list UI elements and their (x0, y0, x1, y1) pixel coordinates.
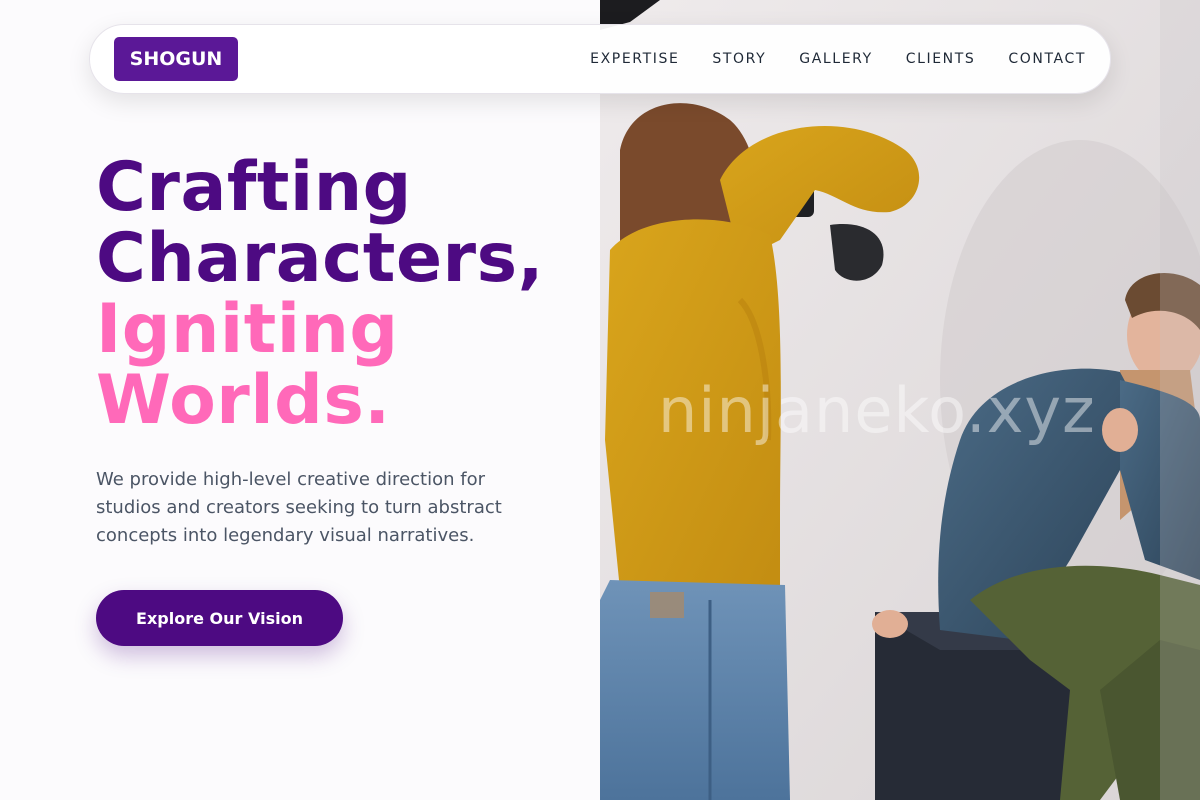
nav-link-story[interactable]: STORY (712, 51, 766, 67)
nav-menu: EXPERTISE STORY GALLERY CLIENTS CONTACT (590, 25, 1086, 93)
nav-link-clients[interactable]: CLIENTS (906, 51, 976, 67)
landing-page: Crafting Characters, Igniting Worlds. We… (0, 0, 1200, 800)
hero-description: We provide high-level creative direction… (96, 469, 502, 546)
hero-headline: Crafting Characters, Igniting Worlds. (96, 152, 544, 436)
headline-line: Characters, (96, 219, 544, 298)
hero-section: Crafting Characters, Igniting Worlds. We… (0, 0, 600, 800)
headline-line: Worlds. (96, 361, 391, 440)
brand-logo[interactable]: SHOGUN (114, 37, 238, 81)
nav-link-contact[interactable]: CONTACT (1008, 51, 1086, 67)
headline-line: Crafting (96, 148, 412, 227)
headline-line: Igniting (96, 290, 399, 369)
watermark: ninjaneko.xyz (658, 374, 1096, 447)
nav-link-gallery[interactable]: GALLERY (799, 51, 872, 67)
top-navigation: SHOGUN EXPERTISE STORY GALLERY CLIENTS C… (89, 24, 1111, 94)
nav-link-expertise[interactable]: EXPERTISE (590, 51, 679, 67)
explore-vision-button[interactable]: Explore Our Vision (96, 590, 343, 646)
